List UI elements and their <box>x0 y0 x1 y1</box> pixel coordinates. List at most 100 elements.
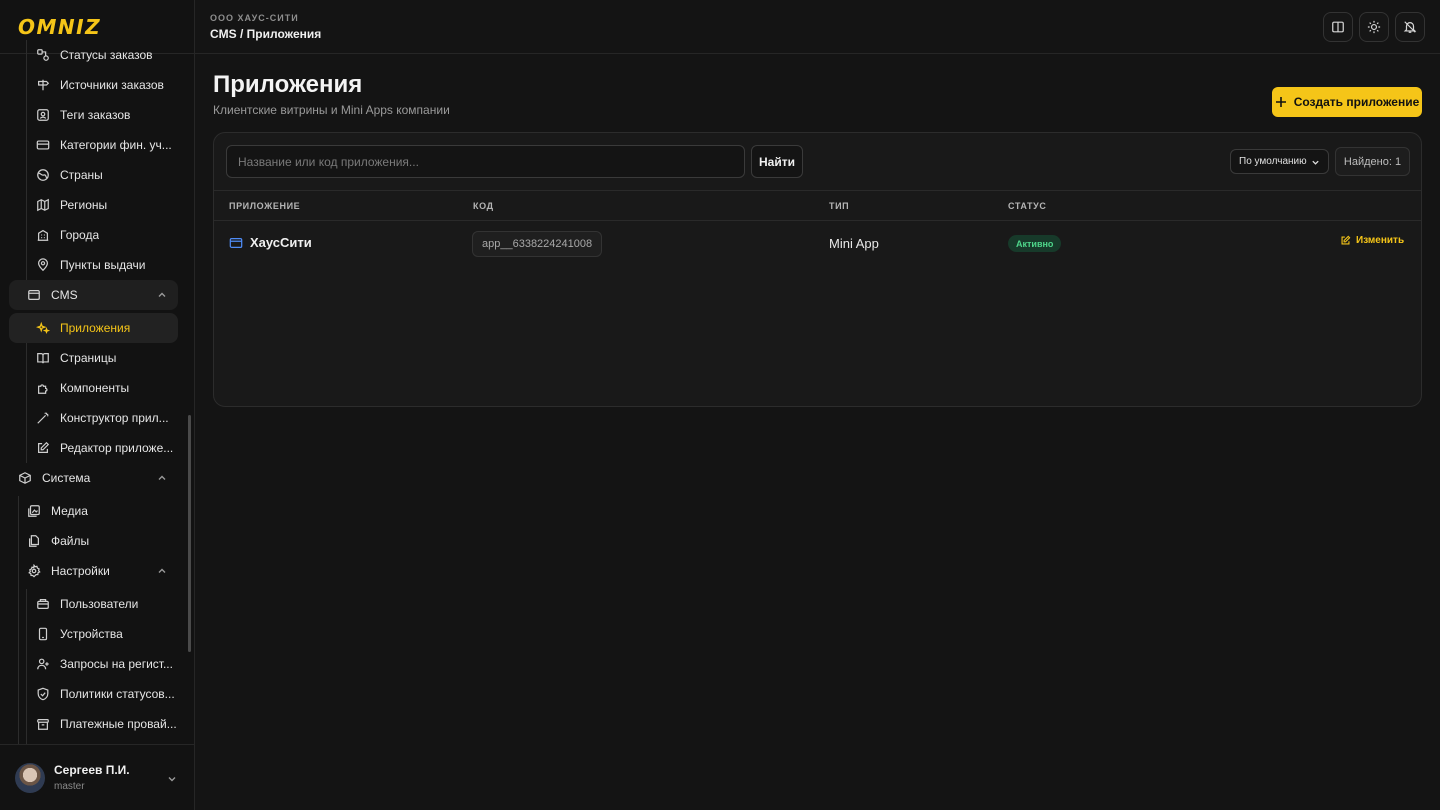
column-header-app[interactable]: ПРИЛОЖЕНИЕ <box>229 201 300 211</box>
theme-toggle-button[interactable] <box>1359 12 1389 42</box>
window-icon <box>229 237 243 248</box>
applications-card: Найти По умолчанию Найдено: 1 ПРИЛОЖЕНИЕ… <box>213 132 1422 407</box>
archive-icon <box>36 717 50 731</box>
sidebar-group-system[interactable]: Система <box>9 463 178 493</box>
sort-select-value: По умолчанию <box>1239 156 1307 167</box>
sidebar-item-files[interactable]: Файлы <box>18 526 186 556</box>
app-name: ХаусСити <box>250 235 312 250</box>
edit-icon <box>36 441 50 455</box>
chevron-down-icon <box>1312 160 1319 165</box>
found-count-badge: Найдено: 1 <box>1335 147 1410 176</box>
docs-button[interactable] <box>1323 12 1353 42</box>
sidebar-item-label: Устройства <box>60 627 123 641</box>
sidebar-item-users[interactable]: Пользователи <box>26 589 186 619</box>
column-header-code[interactable]: КОД <box>473 201 494 211</box>
sun-icon <box>1367 20 1381 34</box>
sidebar-item-regions[interactable]: Регионы <box>26 190 186 220</box>
sidebar-item-label: Регионы <box>60 198 108 212</box>
sidebar-item-label: Категории фин. уч... <box>60 138 172 152</box>
topbar: ООО ХАУС-СИТИ CMS / Приложения <box>195 0 1440 54</box>
sidebar-item-applications[interactable]: Приложения <box>9 313 178 343</box>
book-icon <box>1332 21 1344 33</box>
sidebar-group-label: Система <box>42 471 91 485</box>
sidebar-item-components[interactable]: Компоненты <box>26 373 186 403</box>
app-type: Mini App <box>829 236 879 251</box>
plus-icon <box>1275 97 1286 107</box>
sidebar-item-registration-requests[interactable]: Запросы на регист... <box>26 649 186 679</box>
puzzle-icon <box>36 381 50 395</box>
find-button[interactable]: Найти <box>751 145 803 178</box>
sidebar-group-settings[interactable]: Настройки <box>18 556 178 586</box>
sidebar-item-app-builder[interactable]: Конструктор прил... <box>26 403 186 433</box>
sidebar-item-app-editor[interactable]: Редактор приложе... <box>26 433 186 463</box>
app-name-cell[interactable]: ХаусСити <box>229 235 312 250</box>
user-menu[interactable]: Сергеев П.И. master <box>0 744 194 810</box>
sidebar-group-label: Настройки <box>51 564 110 578</box>
page-subtitle: Клиентские витрины и Mini Apps компании <box>213 103 450 117</box>
user-name: Сергеев П.И. <box>54 763 130 777</box>
sidebar-item-status-policies[interactable]: Политики статусов... <box>26 679 186 709</box>
sidebar-item-fin-categories[interactable]: Категории фин. уч... <box>26 130 186 160</box>
sidebar-item-label: Медиа <box>51 504 88 518</box>
create-application-button[interactable]: Создать приложение <box>1272 87 1422 117</box>
sidebar-item-pages[interactable]: Страницы <box>26 343 186 373</box>
sidebar-item-label: Редактор приложе... <box>60 441 174 455</box>
sidebar-item-label: Приложения <box>60 321 131 335</box>
column-header-type[interactable]: ТИП <box>829 201 849 211</box>
globe-icon <box>36 168 50 182</box>
sidebar-scrollbar[interactable] <box>188 415 191 652</box>
sidebar-item-media[interactable]: Медиа <box>18 496 186 526</box>
chevron-down-icon <box>168 777 176 782</box>
sidebar-item-pickup-points[interactable]: Пункты выдачи <box>26 250 186 280</box>
sidebar-item-label: Города <box>60 228 100 242</box>
shield-icon <box>36 687 50 701</box>
signpost-icon <box>36 78 50 92</box>
sidebar-group-cms[interactable]: CMS <box>9 280 178 310</box>
sidebar-item-payment-providers[interactable]: Платежные провай... <box>26 709 186 739</box>
app-code-chip[interactable]: app__6338224241008 <box>472 231 603 257</box>
phone-icon <box>36 627 50 641</box>
sidebar-item-cities[interactable]: Города <box>26 220 186 250</box>
sidebar-item-label: Запросы на регист... <box>60 657 173 671</box>
sidebar-item-label: Источники заказов <box>60 78 164 92</box>
column-header-status[interactable]: СТАТУС <box>1008 201 1046 211</box>
company-name: ООО ХАУС-СИТИ <box>210 13 299 23</box>
sidebar-item-order-sources[interactable]: Источники заказов <box>26 70 186 100</box>
sidebar: OMNIZ Статусы заказов Источники заказов … <box>0 0 195 810</box>
media-icon <box>27 504 41 518</box>
bell-icon <box>1403 21 1417 33</box>
book-icon <box>36 351 50 365</box>
cube-icon <box>18 471 32 485</box>
wand-icon <box>36 411 50 425</box>
table-row[interactable]: ХаусСити app__6338224241008 Mini App Акт… <box>214 221 1421 266</box>
search-input[interactable] <box>226 145 745 178</box>
breadcrumb[interactable]: CMS / Приложения <box>210 27 321 41</box>
sidebar-item-label: Политики статусов... <box>60 687 175 701</box>
page-title: Приложения <box>213 71 363 98</box>
sort-select[interactable]: По умолчанию <box>1230 149 1329 174</box>
gear-icon <box>27 564 41 578</box>
user-plus-icon <box>36 657 50 671</box>
sidebar-item-order-tags[interactable]: Теги заказов <box>26 100 186 130</box>
sidebar-item-devices[interactable]: Устройства <box>26 619 186 649</box>
brand-logo[interactable]: OMNIZ <box>18 15 101 39</box>
building-icon <box>36 228 50 242</box>
chevron-up-icon <box>158 568 166 573</box>
edit-label: Изменить <box>1356 235 1405 246</box>
sidebar-item-order-statuses[interactable]: Статусы заказов <box>26 40 186 70</box>
chevron-up-icon <box>158 292 166 297</box>
notifications-button[interactable] <box>1395 12 1425 42</box>
edit-icon <box>1341 235 1351 245</box>
sidebar-item-label: Теги заказов <box>60 108 131 122</box>
users-icon <box>36 597 50 611</box>
sidebar-item-label: Страны <box>60 168 103 182</box>
status-icon <box>36 48 50 62</box>
edit-button[interactable]: Изменить <box>1340 235 1404 246</box>
status-badge: Активно <box>1008 235 1062 252</box>
sidebar-nav: Статусы заказов Источники заказов Теги з… <box>0 40 194 744</box>
sidebar-item-label: Пользователи <box>60 597 139 611</box>
sidebar-item-countries[interactable]: Страны <box>26 160 186 190</box>
sidebar-item-label: Компоненты <box>60 381 130 395</box>
sidebar-group-label: CMS <box>51 288 78 302</box>
sidebar-item-label: Платежные провай... <box>60 717 177 731</box>
